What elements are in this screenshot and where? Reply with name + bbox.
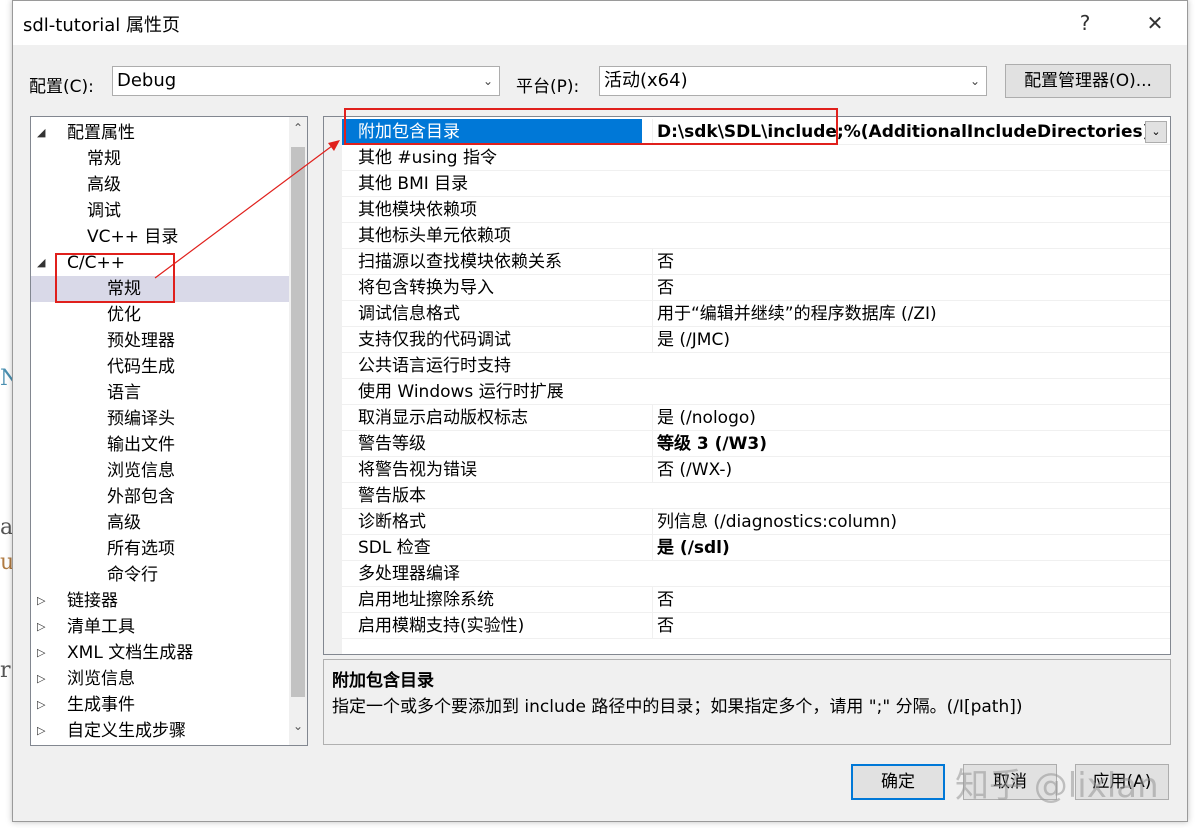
watermark: 知乎 @lixlan (955, 766, 1159, 806)
annotation-arrow (154, 140, 340, 279)
